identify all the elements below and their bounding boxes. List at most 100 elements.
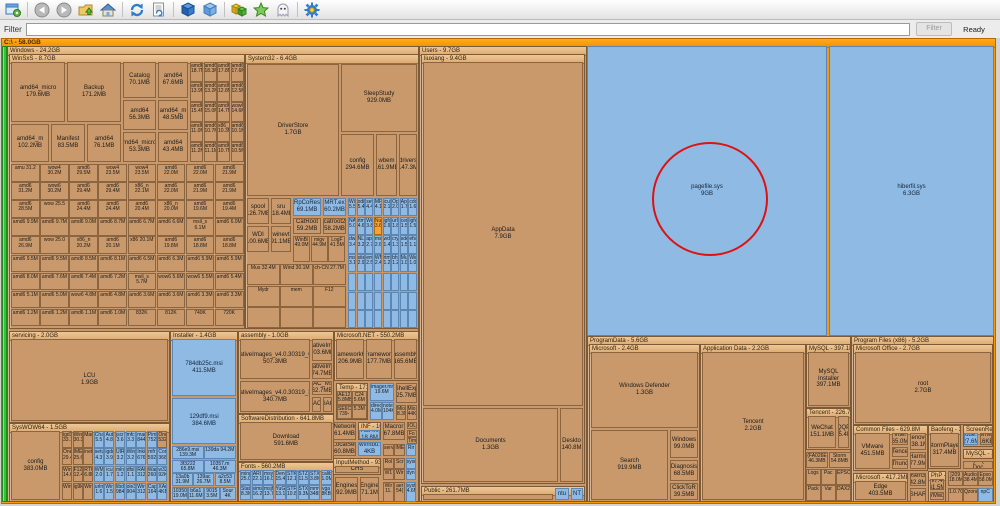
- tree-cell[interactable]: RAI 312: [136, 466, 146, 483]
- tree-cell[interactable]: [400, 310, 408, 328]
- tree-cell[interactable]: [348, 273, 356, 291]
- folder-block[interactable]: SleepStudy929.0MB: [341, 64, 417, 132]
- folder-block[interactable]: VMwz: [930, 492, 944, 500]
- folder-block[interactable]: LCU1.9GB: [11, 339, 168, 421]
- more-detail-cube-button[interactable]: [177, 1, 199, 19]
- tree-cell[interactable]: [247, 307, 280, 328]
- folder-block[interactable]: Documents1.3GB: [423, 408, 558, 482]
- tree-cell[interactable]: Aut 4.8: [104, 431, 114, 448]
- tree-cell[interactable]: amd6 24.4M: [98, 200, 127, 218]
- tree-cell[interactable]: amd6 9.9M: [11, 218, 40, 236]
- tree-cell[interactable]: [348, 310, 356, 328]
- folder-block[interactable]: Macror67.8MB: [383, 422, 405, 440]
- tree-cell[interactable]: amd6 11.0M: [190, 122, 203, 142]
- pf-small-grid-1[interactable]: [209 18.0MAudio 38.4MEpso 58.0M: [948, 471, 993, 486]
- folder-block[interactable]: assembly165.6MB: [394, 339, 417, 379]
- tree-cell[interactable]: MF 4.1M: [374, 198, 382, 216]
- folder-block[interactable]: Catalog70.1MB: [123, 62, 156, 98]
- tree-cell[interactable]: Epso 58.0M: [978, 471, 993, 486]
- folder-block[interactable]: v7.461.5M: [930, 479, 944, 490]
- folder-block[interactable]: Edge403.5MB: [855, 481, 906, 500]
- tree-cell[interactable]: npC: [978, 488, 993, 502]
- folder-block[interactable]: StormPlayer317.4MB: [930, 433, 959, 467]
- tree-cell[interactable]: C24 5.6M: [352, 391, 367, 405]
- tree-cell[interactable]: dfsl 1.1: [126, 466, 136, 483]
- tree-cell[interactable]: amd6 21.9M: [186, 182, 215, 200]
- folder-block[interactable]: amd64_micro179.6MB: [11, 62, 65, 122]
- favorites-star-button[interactable]: [250, 1, 272, 19]
- tree-cell[interactable]: 5.3M: [352, 405, 367, 419]
- file-block[interactable]: ntu: [555, 488, 569, 500]
- tree-cell[interactable]: notep 104K: [382, 402, 394, 420]
- tree-cell[interactable]: amd6 29.4M: [69, 182, 98, 200]
- tree-cell[interactable]: Mus 32.4M: [247, 264, 280, 285]
- tree-cell[interactable]: 286e9.msi 139.3M: [172, 446, 204, 459]
- tree-cell[interactable]: Pim 752: [147, 431, 157, 448]
- tree-cell[interactable]: amd6 26.9M: [11, 236, 40, 254]
- filter-button[interactable]: Filter: [916, 22, 952, 36]
- tree-cell[interactable]: amd6 9.5M: [40, 255, 69, 273]
- folder-block[interactable]: amd6443.4MB: [158, 132, 188, 162]
- tree-cell[interactable]: igfx 1.5M: [408, 217, 416, 235]
- tree-cell[interactable]: Fo 12.: [407, 430, 417, 437]
- tree-cell[interactable]: Wind 14.0: [62, 466, 72, 483]
- tree-cell[interactable]: WM 2.0: [94, 466, 104, 483]
- tree-cell[interactable]: igdr 3.9: [104, 448, 114, 465]
- tree-cell[interactable]: x86_n 20.2M: [69, 236, 98, 254]
- tree-cell[interactable]: wow4 23.5M: [128, 164, 157, 182]
- tree-cell[interactable]: [391, 273, 399, 291]
- tree-cell[interactable]: [374, 292, 382, 310]
- tree-cell[interactable]: Pac: [821, 469, 836, 485]
- tree-cell[interactable]: [408, 292, 416, 310]
- folder-block[interactable]: Engine71.1M: [360, 477, 379, 502]
- tree-cell[interactable]: amd6 17.8M: [217, 62, 230, 82]
- tree-cell[interactable]: sysmai: [406, 458, 417, 469]
- servic-grid[interactable]: servicIMERir: [383, 444, 417, 456]
- tree-cell[interactable]: cryp 1.3M: [391, 235, 399, 253]
- tree-cell[interactable]: wow6 14.6M: [231, 102, 244, 122]
- tree-cell[interactable]: Rol: [383, 458, 394, 469]
- filter-input[interactable]: [26, 23, 910, 36]
- tree-cell[interactable]: 740K: [186, 309, 215, 327]
- folder-block[interactable]: Windows99.0MB: [670, 430, 698, 458]
- tree-cell[interactable]: amd6 1.2M: [40, 309, 69, 327]
- tree-cell[interactable]: RTCOM 6.8MB: [83, 466, 93, 483]
- folder-block[interactable]: Framework64206.9MB: [336, 339, 364, 379]
- file-block[interactable]: 129df9.msi384.6MB: [172, 398, 236, 444]
- tree-cell[interactable]: x86_r 10.3M: [217, 122, 230, 142]
- tree-cell[interactable]: ARI 22.1: [252, 470, 263, 485]
- folder-block[interactable]: Download591.6MB: [240, 422, 332, 460]
- tree-cell[interactable]: amd6 6.3M: [157, 255, 186, 273]
- home-button[interactable]: [97, 1, 119, 19]
- tree-cell[interactable]: wow 25.0: [40, 236, 69, 254]
- tree-cell[interactable]: OneDriv 532KB: [157, 431, 167, 448]
- tree-cell[interactable]: x86 20.1M: [128, 236, 157, 254]
- tree-cell[interactable]: Mus 1.0M: [400, 254, 408, 272]
- tree-cell[interactable]: Win 5.5M: [348, 198, 356, 216]
- rescan-button[interactable]: [148, 1, 170, 19]
- tree-cell[interactable]: system 4.6MB: [406, 482, 417, 502]
- tree-cell[interactable]: [400, 292, 408, 310]
- tree-cell[interactable]: Win 3.8M: [365, 217, 373, 235]
- tree-cell[interactable]: Wind 30.1M: [280, 264, 313, 285]
- file-block[interactable]: MRT.ex60.2MB: [323, 198, 346, 216]
- mio-grid[interactable]: Mio 8.3MMio 44K: [396, 405, 417, 420]
- tree-cell[interactable]: [383, 292, 391, 310]
- tree-cell[interactable]: [357, 273, 365, 291]
- folder-block[interactable]: MySQL Installer397.1MB: [808, 352, 849, 406]
- tree-cell[interactable]: wow4 30.2M: [40, 164, 69, 182]
- tree-cell[interactable]: DAX2: [836, 485, 851, 501]
- winsxs-grid-a[interactable]: amd6 18.7Mamd6 18.3Mamd6 17.8Mamd6 17.6M…: [190, 62, 244, 162]
- tree-cell[interactable]: libd 984: [115, 483, 125, 500]
- folder-block[interactable]: emw 16KB: [980, 433, 992, 445]
- tree-cell[interactable]: IME 25.6: [73, 448, 83, 465]
- tree-cell[interactable]: 832K: [128, 309, 157, 327]
- system32-file-grid[interactable]: Win 5.5Modin 5.4Msetu 4.4MMF 4.1Micu 2.1…: [348, 198, 417, 329]
- tree-cell[interactable]: amd6 10.7M: [204, 122, 217, 142]
- file-block[interactable]: NT: [571, 488, 583, 500]
- folder-block[interactable]: Diagnosis68.5MB: [670, 460, 698, 481]
- tree-cell[interactable]: Macrom: [83, 431, 93, 448]
- tree-cell[interactable]: mari 844: [136, 431, 146, 448]
- tree-cell[interactable]: x86_n 20.0M: [157, 200, 186, 218]
- less-detail-cube-button[interactable]: [199, 1, 221, 19]
